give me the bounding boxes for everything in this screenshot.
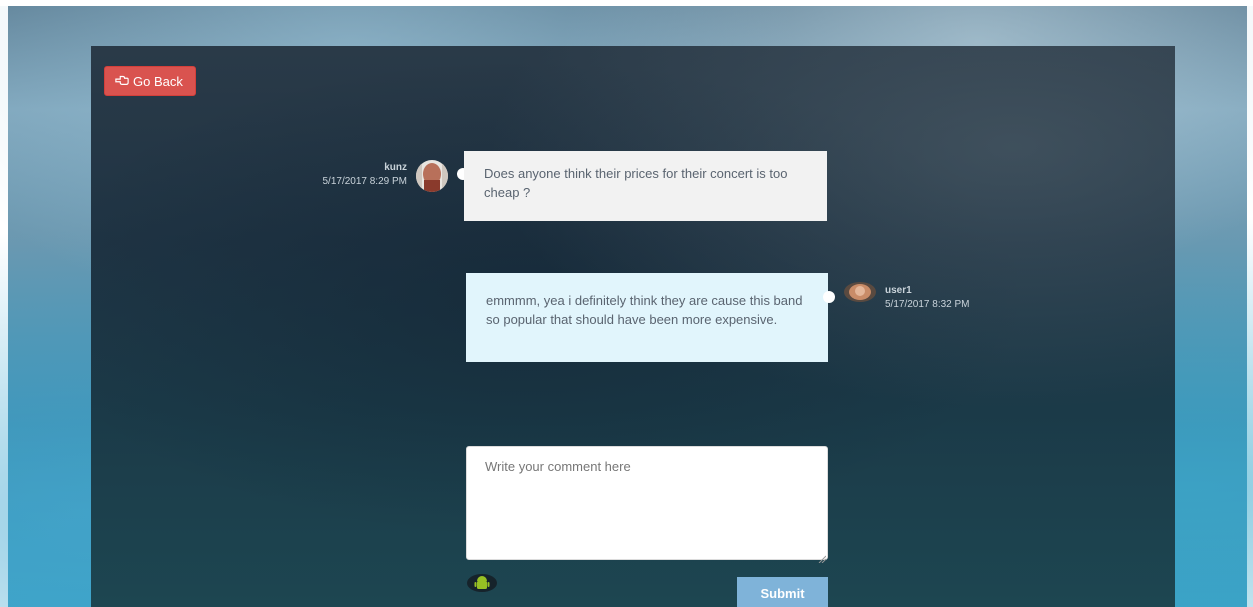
message-meta-kunz: kunz 5/17/2017 8:29 PM bbox=[291, 161, 407, 189]
submit-button[interactable]: Submit bbox=[737, 577, 828, 607]
message-username: user1 bbox=[885, 285, 912, 296]
resize-grip-icon[interactable] bbox=[818, 550, 827, 564]
comment-input[interactable] bbox=[466, 446, 828, 560]
message-username: kunz bbox=[384, 162, 407, 173]
go-back-button[interactable]: Go Back bbox=[104, 66, 196, 96]
android-icon[interactable] bbox=[466, 573, 498, 593]
bubble-pointer bbox=[823, 291, 835, 303]
hand-pointing-left-icon bbox=[115, 73, 129, 90]
avatar[interactable] bbox=[416, 160, 448, 192]
avatar[interactable] bbox=[844, 282, 876, 302]
message-bubble: emmmm, yea i definitely think they are c… bbox=[466, 273, 828, 362]
message-bubble: Does anyone think their prices for their… bbox=[464, 151, 827, 221]
message-text: Does anyone think their prices for their… bbox=[484, 166, 788, 200]
message-meta-user1: user1 5/17/2017 8:32 PM bbox=[885, 284, 1005, 312]
go-back-label: Go Back bbox=[133, 73, 183, 89]
message-timestamp: 5/17/2017 8:29 PM bbox=[322, 176, 407, 187]
message-timestamp: 5/17/2017 8:32 PM bbox=[885, 299, 970, 310]
chat-panel: Go Back kunz 5/17/2017 8:29 PM Does anyo… bbox=[91, 46, 1175, 607]
message-text: emmmm, yea i definitely think they are c… bbox=[486, 293, 803, 327]
